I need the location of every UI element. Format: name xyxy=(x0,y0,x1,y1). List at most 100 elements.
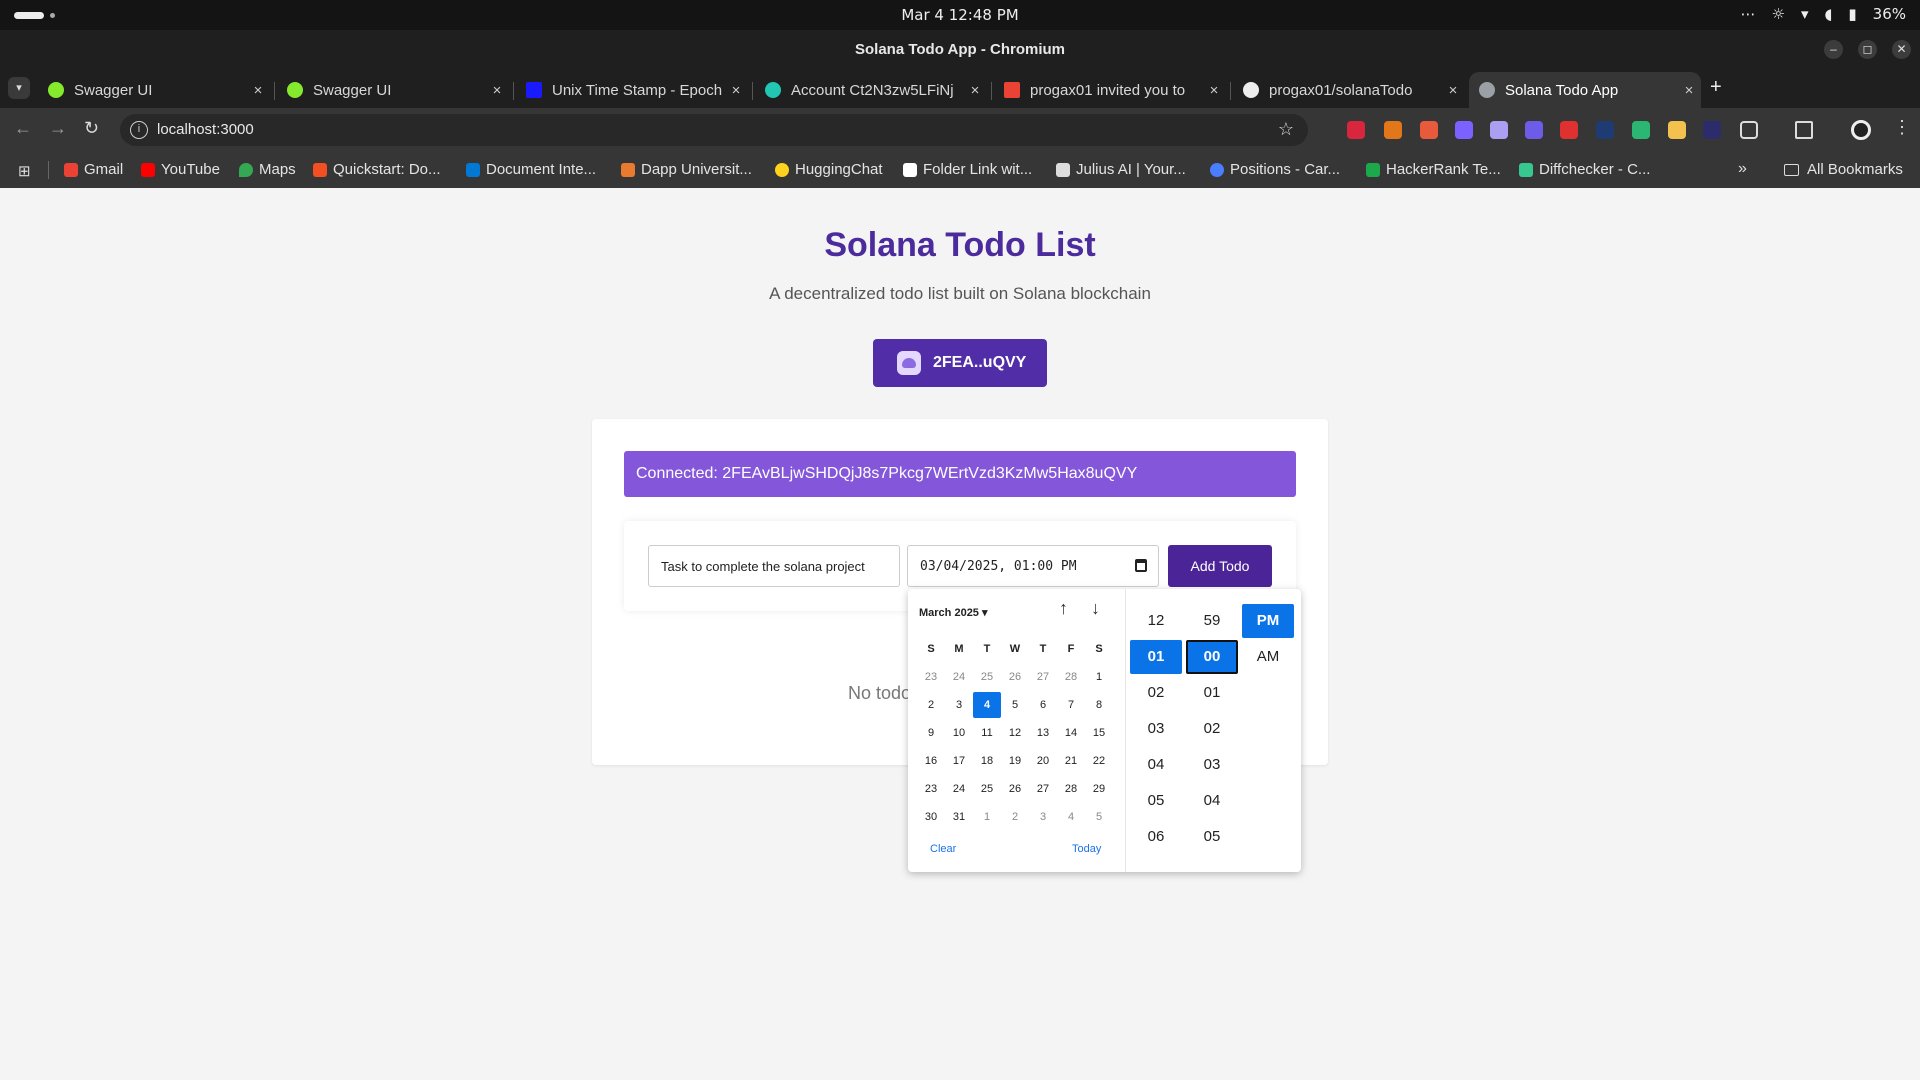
calendar-day[interactable]: 22 xyxy=(1085,748,1113,774)
calendar-day[interactable]: 7 xyxy=(1057,692,1085,718)
tab-close-icon[interactable]: × xyxy=(724,82,748,99)
calendar-day[interactable]: 29 xyxy=(1085,776,1113,802)
next-month-arrow-icon[interactable]: ↓ xyxy=(1091,598,1100,619)
bookmark-quickstart[interactable]: Quickstart: Do... xyxy=(313,161,441,178)
bookmark-document-intelligence[interactable]: Document Inte... xyxy=(466,161,596,178)
minute-option[interactable]: 02 xyxy=(1186,712,1238,746)
calendar-day[interactable]: 27 xyxy=(1029,776,1057,802)
calendar-icon[interactable] xyxy=(1135,559,1147,572)
calendar-day[interactable]: 15 xyxy=(1085,720,1113,746)
clear-date-link[interactable]: Clear xyxy=(930,843,956,855)
calendar-day-selected[interactable]: 4 xyxy=(973,692,1001,718)
minute-option-selected[interactable]: 00 xyxy=(1186,640,1238,674)
calendar-day[interactable]: 27 xyxy=(1029,664,1057,690)
extension-icon[interactable] xyxy=(1525,121,1543,139)
calendar-day[interactable]: 13 xyxy=(1029,720,1057,746)
calendar-day[interactable]: 26 xyxy=(1001,664,1029,690)
bookmark-gmail[interactable]: Gmail xyxy=(64,161,123,178)
extension-icon[interactable] xyxy=(1420,121,1438,139)
apps-grid-icon[interactable]: ⊞ xyxy=(18,162,31,180)
calendar-day[interactable]: 4 xyxy=(1057,804,1085,830)
calendar-day[interactable]: 23 xyxy=(917,776,945,802)
tab-github-repo[interactable]: progax01/solanaTodo × xyxy=(1233,72,1465,108)
tab-close-icon[interactable]: × xyxy=(485,82,509,99)
extension-icon[interactable] xyxy=(1560,121,1578,139)
calendar-day[interactable]: 6 xyxy=(1029,692,1057,718)
task-input[interactable] xyxy=(648,545,900,587)
browser-menu-icon[interactable]: ⋮ xyxy=(1893,117,1911,138)
forward-button[interactable]: → xyxy=(49,118,67,139)
back-button[interactable]: ← xyxy=(14,118,32,139)
calendar-day[interactable]: 28 xyxy=(1057,664,1085,690)
add-todo-button[interactable]: Add Todo xyxy=(1168,545,1272,587)
calendar-day[interactable]: 12 xyxy=(1001,720,1029,746)
all-bookmarks-button[interactable]: All Bookmarks xyxy=(1784,161,1903,178)
calendar-day[interactable]: 9 xyxy=(917,720,945,746)
calendar-day[interactable]: 11 xyxy=(973,720,1001,746)
hour-option-selected[interactable]: 01 xyxy=(1130,640,1182,674)
calendar-day[interactable]: 17 xyxy=(945,748,973,774)
labs-flask-icon[interactable] xyxy=(1795,121,1813,139)
hour-option[interactable]: 02 xyxy=(1130,676,1182,710)
previous-month-arrow-icon[interactable]: ↑ xyxy=(1059,598,1068,619)
url-text[interactable]: localhost:3000 xyxy=(157,121,254,138)
restore-button[interactable]: ◻ xyxy=(1858,40,1877,59)
calendar-day[interactable]: 5 xyxy=(1001,692,1029,718)
hour-option[interactable]: 04 xyxy=(1130,748,1182,782)
extension-icon[interactable] xyxy=(1455,121,1473,139)
calendar-day[interactable]: 18 xyxy=(973,748,1001,774)
metamask-extension-icon[interactable] xyxy=(1384,121,1402,139)
tab-account[interactable]: Account Ct2N3zw5LFiNj × xyxy=(755,72,987,108)
calendar-day[interactable]: 25 xyxy=(973,776,1001,802)
calendar-day[interactable]: 28 xyxy=(1057,776,1085,802)
minute-option[interactable]: 59 xyxy=(1186,604,1238,638)
minimize-button[interactable]: – xyxy=(1824,40,1843,59)
tab-close-icon[interactable]: × xyxy=(246,82,270,99)
profile-avatar[interactable] xyxy=(1851,120,1871,140)
meridiem-option[interactable]: AM xyxy=(1242,640,1294,674)
extension-icon[interactable] xyxy=(1596,121,1614,139)
extension-icon[interactable] xyxy=(1668,121,1686,139)
calendar-day[interactable]: 16 xyxy=(917,748,945,774)
calendar-day[interactable]: 14 xyxy=(1057,720,1085,746)
close-window-button[interactable]: ✕ xyxy=(1892,40,1911,59)
calendar-day[interactable]: 20 xyxy=(1029,748,1057,774)
phantom-extension-icon[interactable] xyxy=(1490,121,1508,139)
system-tray[interactable]: ⋯ ☼ ▾ ◖ ▮ 36% xyxy=(1741,5,1907,23)
tab-close-icon[interactable]: × xyxy=(1677,82,1701,99)
calendar-day[interactable]: 10 xyxy=(945,720,973,746)
os-clock[interactable]: Mar 4 12:48 PM xyxy=(0,6,1920,24)
calendar-day[interactable]: 21 xyxy=(1057,748,1085,774)
calendar-day[interactable]: 1 xyxy=(1085,664,1113,690)
month-year-selector[interactable]: March 2025 ▾ xyxy=(919,606,988,619)
calendar-day[interactable]: 24 xyxy=(945,776,973,802)
ublock-extension-icon[interactable] xyxy=(1347,121,1365,139)
hour-option[interactable]: 06 xyxy=(1130,820,1182,854)
extensions-puzzle-icon[interactable] xyxy=(1740,121,1758,139)
new-tab-button[interactable]: + xyxy=(1710,76,1722,99)
hour-option[interactable]: 05 xyxy=(1130,784,1182,818)
calendar-day[interactable]: 8 xyxy=(1085,692,1113,718)
tray-more-icon[interactable]: ⋯ xyxy=(1741,5,1756,23)
tab-close-icon[interactable]: × xyxy=(1441,82,1465,99)
bookmark-maps[interactable]: Maps xyxy=(239,161,296,178)
minute-option[interactable]: 01 xyxy=(1186,676,1238,710)
calendar-day[interactable]: 1 xyxy=(973,804,1001,830)
bookmark-diffchecker[interactable]: Diffchecker - C... xyxy=(1519,161,1650,178)
calendar-day[interactable]: 2 xyxy=(1001,804,1029,830)
calendar-day[interactable]: 31 xyxy=(945,804,973,830)
tab-swagger-ui-2[interactable]: Swagger UI × xyxy=(277,72,509,108)
meridiem-option-selected[interactable]: PM xyxy=(1242,604,1294,638)
bookmark-star-icon[interactable]: ☆ xyxy=(1278,119,1294,140)
calendar-day[interactable]: 19 xyxy=(1001,748,1029,774)
calendar-day[interactable]: 26 xyxy=(1001,776,1029,802)
calendar-day[interactable]: 3 xyxy=(945,692,973,718)
calendar-day[interactable]: 24 xyxy=(945,664,973,690)
minute-option[interactable]: 04 xyxy=(1186,784,1238,818)
reload-button[interactable]: ↻ xyxy=(84,118,99,139)
tab-swagger-ui-1[interactable]: Swagger UI × xyxy=(38,72,270,108)
extension-icon[interactable] xyxy=(1632,121,1650,139)
more-bookmarks-chevron-icon[interactable]: » xyxy=(1738,160,1747,178)
bookmark-huggingchat[interactable]: HuggingChat xyxy=(775,161,883,178)
tab-unix-time-stamp[interactable]: Unix Time Stamp - Epoch × xyxy=(516,72,748,108)
